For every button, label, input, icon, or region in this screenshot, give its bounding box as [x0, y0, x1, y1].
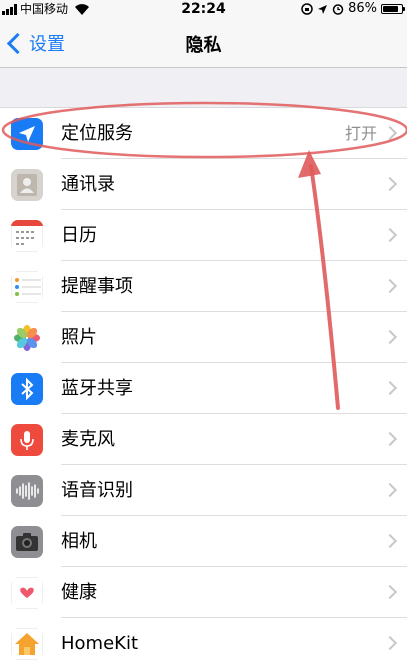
- chevron-right-icon: [382, 380, 398, 396]
- settings-row[interactable]: 日历: [0, 210, 407, 261]
- lock-rotation-icon: [301, 3, 313, 15]
- microphone-icon: [11, 424, 43, 456]
- photos-icon: [11, 322, 43, 354]
- settings-row[interactable]: 提醒事项: [0, 261, 407, 312]
- chevron-right-icon: [382, 533, 398, 549]
- calendar-icon: [11, 220, 43, 252]
- row-label: 健康: [61, 582, 97, 603]
- row-label: 语音识别: [61, 480, 133, 501]
- row-label: HomeKit: [61, 633, 139, 654]
- battery-fill: [383, 6, 399, 12]
- chevron-right-icon: [382, 482, 398, 498]
- location-services-icon: [11, 118, 43, 150]
- page-title: 隐私: [185, 35, 222, 56]
- homekit-icon: [11, 628, 43, 660]
- settings-row[interactable]: 语音识别: [0, 465, 407, 516]
- row-label: 定位服务: [61, 123, 133, 144]
- chevron-right-icon: [382, 635, 398, 651]
- bluetooth-icon: [11, 373, 43, 405]
- settings-row[interactable]: 蓝牙共享: [0, 363, 407, 414]
- chevron-right-icon: [382, 176, 398, 192]
- privacy-settings-list: 定位服务 打开通讯录日历提醒事项照片蓝牙共享麦克风语音识别相机健康 HomeKit: [0, 107, 407, 669]
- row-value: 打开: [344, 124, 377, 143]
- chevron-right-icon: [382, 329, 398, 345]
- settings-row[interactable]: 照片: [0, 312, 407, 363]
- navigation-bar: 设置 隐私: [0, 18, 407, 68]
- chevron-right-icon: [382, 584, 398, 600]
- row-label: 照片: [61, 327, 97, 348]
- battery-percent: 86%: [348, 1, 377, 16]
- settings-row[interactable]: 麦克风: [0, 414, 407, 465]
- settings-row[interactable]: 通讯录: [0, 159, 407, 210]
- location-arrow-icon: [318, 4, 328, 14]
- row-label: 蓝牙共享: [61, 378, 133, 399]
- battery-icon: [381, 4, 405, 14]
- chevron-right-icon: [382, 278, 398, 294]
- row-label: 麦克风: [61, 429, 115, 450]
- reminders-icon: [11, 271, 43, 303]
- chevron-right-icon: [382, 125, 398, 141]
- alarm-icon: [332, 4, 344, 15]
- row-label: 提醒事项: [61, 276, 133, 297]
- status-bar: 中国移动 22:24 86%: [0, 0, 407, 18]
- chevron-right-icon: [382, 227, 398, 243]
- row-label: 日历: [61, 225, 97, 246]
- speech-recognition-icon: [11, 475, 43, 507]
- camera-icon: [11, 526, 43, 558]
- row-label: 通讯录: [61, 174, 115, 195]
- row-label: 相机: [61, 531, 97, 552]
- settings-row[interactable]: HomeKit: [0, 618, 407, 669]
- settings-row[interactable]: 定位服务 打开: [0, 108, 407, 159]
- battery-tip: [403, 7, 405, 11]
- status-right: 86%: [301, 0, 405, 18]
- chevron-right-icon: [382, 431, 398, 447]
- settings-row[interactable]: 健康: [0, 567, 407, 618]
- contacts-icon: [11, 169, 43, 201]
- settings-row[interactable]: 相机: [0, 516, 407, 567]
- health-icon: [11, 577, 43, 609]
